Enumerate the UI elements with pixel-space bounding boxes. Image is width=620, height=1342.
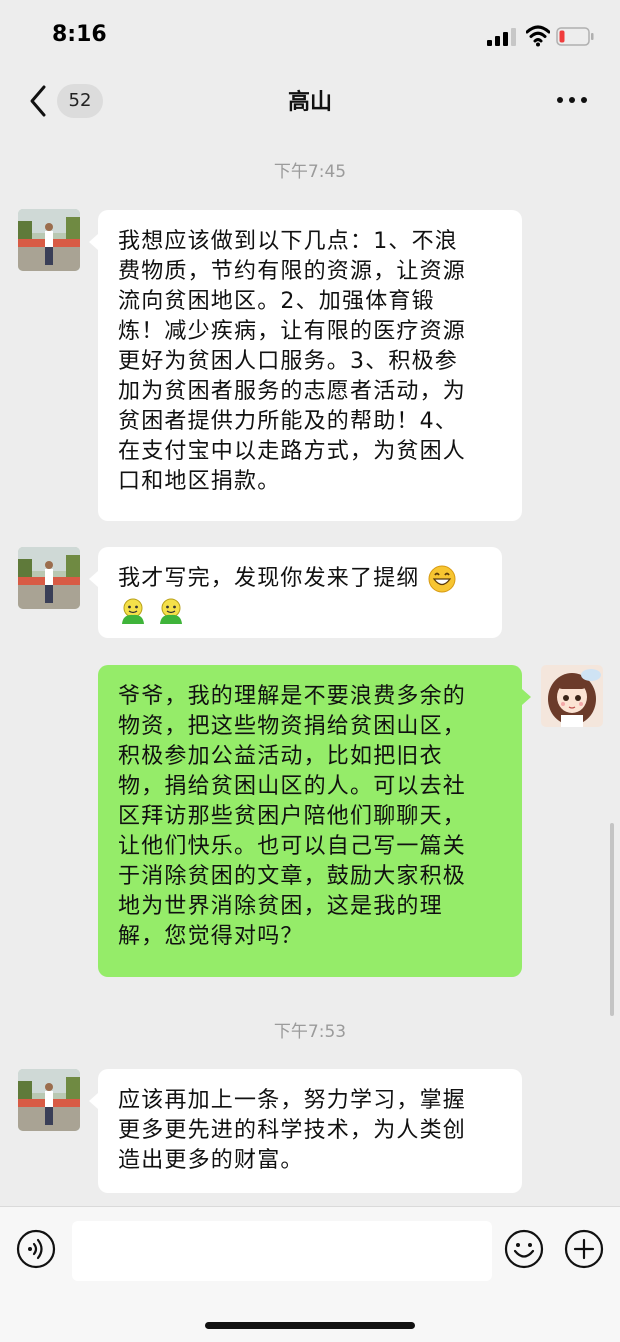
voice-icon[interactable] <box>16 1229 56 1269</box>
message-line: 我想应该做到以下几点：1、不浪 <box>118 229 458 254</box>
message-bubble[interactable]: 应该再加上一条，努力学习，掌握 更多更先进的科学技术，为人类创 造出更多的财富。 <box>89 1069 522 1193</box>
wechat-pig-emoji <box>160 598 183 624</box>
message-line: 于消除贫困的文章，鼓励大家积极 <box>118 864 467 889</box>
chat-header: 52 高山 <box>0 70 620 132</box>
scroll-indicator[interactable] <box>610 823 614 1016</box>
message-line: 贫困者提供力所能及的帮助！4、 <box>118 409 458 434</box>
message-bubble[interactable]: 我想应该做到以下几点：1、不浪 费物质，节约有限的资源，让资源 流向贫困地区。2… <box>89 210 522 521</box>
emoji-icon[interactable] <box>504 1229 544 1269</box>
contact-avatar-photo <box>18 547 80 609</box>
my-avatar-illustration <box>541 665 603 727</box>
message-timestamp: 下午7:53 <box>273 1022 347 1042</box>
message-line: 在支付宝中以走路方式，为贫困人 <box>118 439 467 464</box>
my-message-bubble[interactable]: 爷爷，我的理解是不要浪费多余的 物资，把这些物资捐给贫困山区， 积极参加公益活动… <box>98 665 531 977</box>
message-line: 加为贫困者服务的志愿者活动，为 <box>118 379 467 404</box>
message-line: 更多更先进的科学技术，为人类创 <box>118 1118 467 1143</box>
message-line: 更好为贫困人口服务。3、积极参 <box>118 349 458 374</box>
contact-avatar-photo <box>18 1069 80 1131</box>
battery-icon <box>556 27 594 46</box>
message-line: 积极参加公益活动，比如把旧衣 <box>118 744 443 769</box>
message-line: 爷爷，我的理解是不要浪费多余的 <box>118 684 467 709</box>
wechat-pig-emoji <box>122 598 144 624</box>
home-indicator[interactable] <box>205 1322 415 1329</box>
contact-avatar-photo <box>18 209 80 271</box>
contact-avatar[interactable] <box>18 1069 80 1131</box>
message-line: 我才写完，发现你发来了提纲 <box>118 566 420 591</box>
message-line: 造出更多的财富。 <box>118 1148 304 1173</box>
message-line: 解，您觉得对吗？ <box>118 924 304 949</box>
message-timestamp: 下午7:45 <box>273 162 347 182</box>
status-bar: 8:16 <box>0 0 620 70</box>
message-line: 物，捐给贫困山区的人。可以去社 <box>118 774 467 799</box>
my-avatar[interactable] <box>541 665 603 727</box>
message-line: 区拜访那些贫困户陪他们聊聊天， <box>118 804 467 829</box>
wifi-icon <box>526 25 550 47</box>
message-line: 费物质，节约有限的资源，让资源 <box>118 259 467 284</box>
signal-icon <box>487 28 516 46</box>
message-line: 让他们快乐。也可以自己写一篇关 <box>118 834 467 859</box>
message-line: 物资，把这些物资捐给贫困山区， <box>118 714 467 739</box>
contact-avatar[interactable] <box>18 547 80 609</box>
chat-title: 高山 <box>287 90 332 115</box>
contact-avatar[interactable] <box>18 209 80 271</box>
grinning-emoji <box>428 565 456 593</box>
message-input[interactable] <box>72 1221 492 1281</box>
message-line: 流向贫困地区。2、加强体育锻 <box>118 289 435 314</box>
more-icon[interactable] <box>555 88 589 112</box>
message-input-bar <box>0 1206 620 1342</box>
message-line: 地为世界消除贫困，这是我的理 <box>118 894 443 919</box>
message-line: 炼！减少疾病，让有限的医疗资源 <box>118 319 467 344</box>
message-line: 应该再加上一条，努力学习，掌握 <box>118 1088 467 1113</box>
status-time: 8:16 <box>52 22 107 47</box>
message-line: 口和地区捐款。 <box>118 469 281 494</box>
message-bubble[interactable]: 我才写完，发现你发来了提纲 <box>89 547 502 638</box>
plus-icon[interactable] <box>564 1229 604 1269</box>
